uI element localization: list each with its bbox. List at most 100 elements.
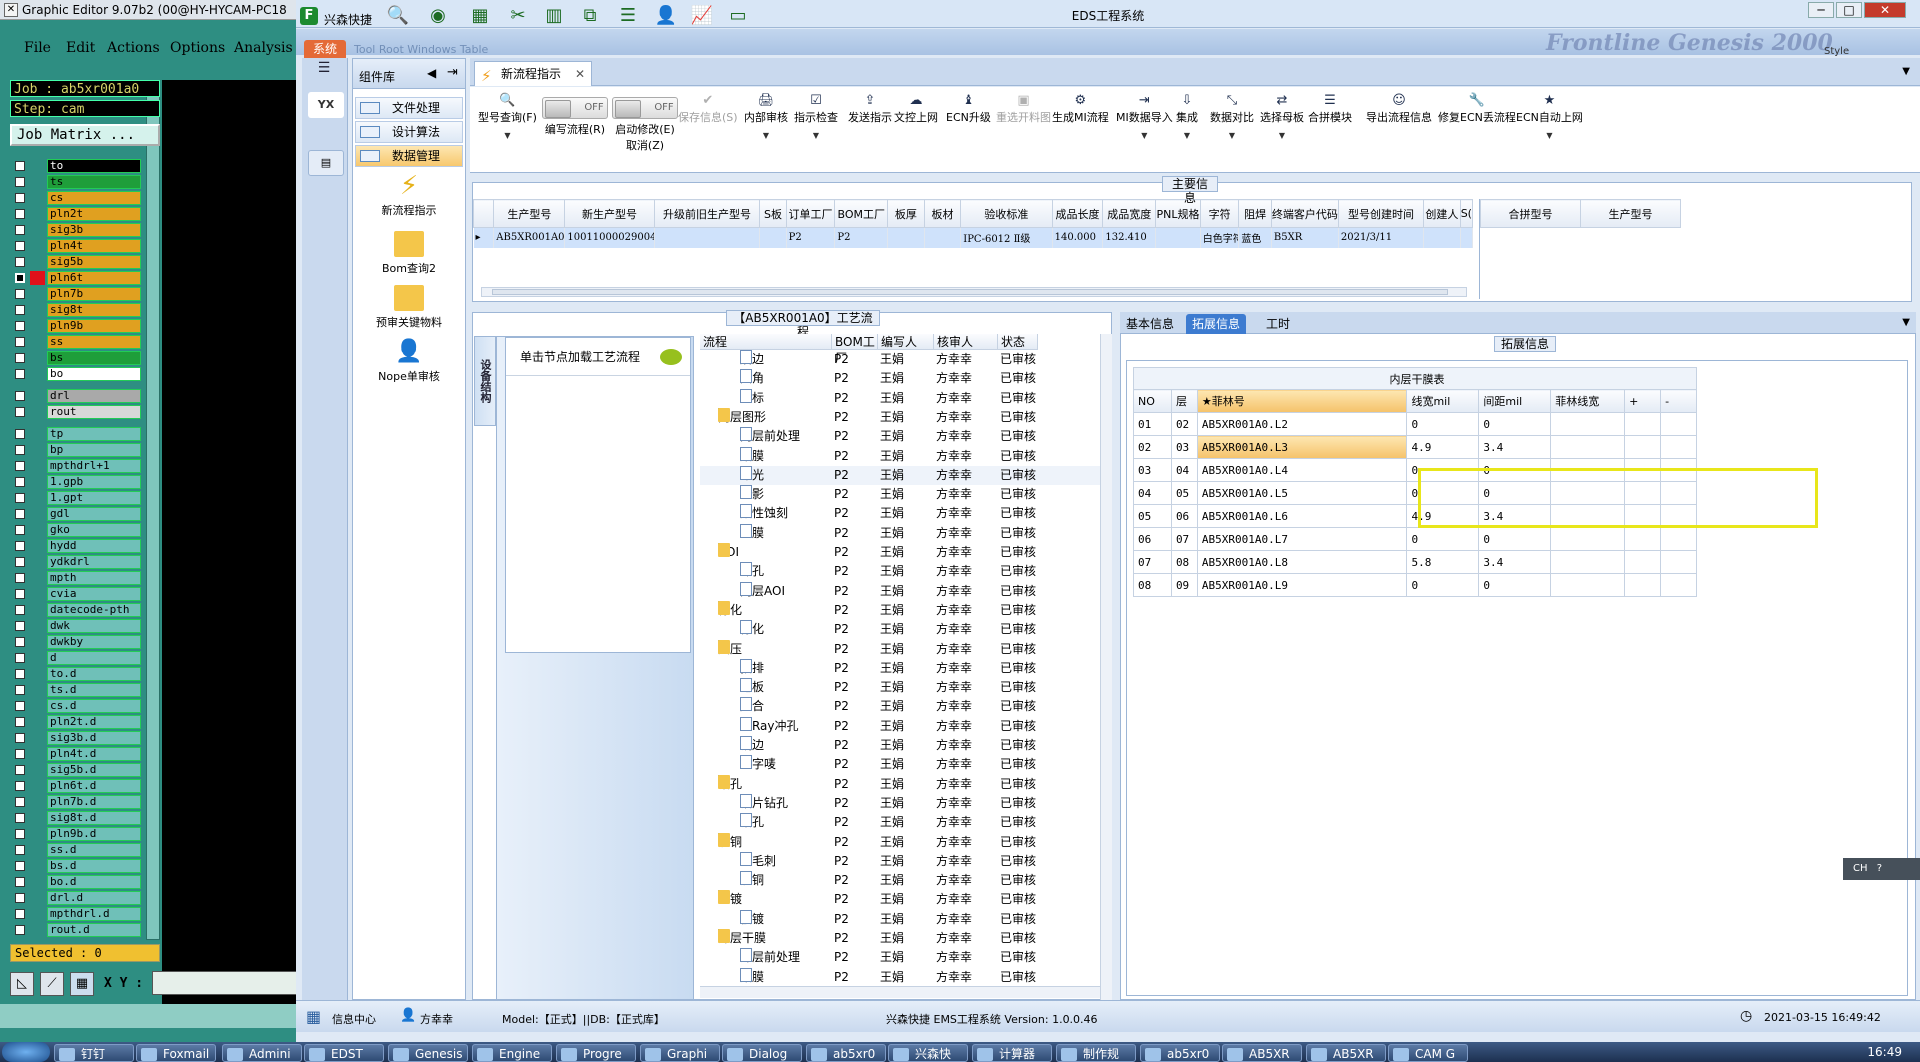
table-cell[interactable]: 10011000029004 (564, 227, 655, 248)
column-header[interactable]: 成品宽度 (1102, 199, 1157, 228)
taskbar-app-button[interactable]: Engine (472, 1044, 552, 1062)
table-cell[interactable] (1660, 527, 1697, 551)
layer-affected-marker[interactable] (30, 555, 45, 569)
layer-name[interactable]: sig3b (47, 223, 141, 237)
column-header[interactable]: BOM工厂 (834, 199, 889, 228)
tree-column-header[interactable]: 编写人 (878, 334, 934, 350)
layer-row[interactable]: pln2t (10, 206, 141, 222)
tree-node[interactable]: −电镀P2王娟方幸幸已审核 (700, 890, 1112, 909)
table-cell[interactable] (1624, 412, 1662, 436)
layer-affected-marker[interactable] (30, 303, 45, 317)
layer-name[interactable]: bp (47, 443, 141, 457)
table-row[interactable]: 07 08 AB5XR001A0.L8 5.8 3.4 (1133, 550, 1697, 574)
taskbar-app-button[interactable]: CAM G (1388, 1044, 1468, 1062)
toolbar-button[interactable]: OFF 编写流程(R) (542, 93, 608, 137)
table-cell[interactable]: 05 (1133, 504, 1172, 528)
table-cell[interactable] (1550, 550, 1626, 574)
layer-name[interactable]: dwk (47, 619, 141, 633)
taskbar-app-button[interactable]: Foxmail (136, 1044, 216, 1062)
table-cell[interactable]: 04 (1133, 481, 1172, 505)
table-cell[interactable]: 0 (1478, 412, 1552, 436)
layer-name[interactable]: to (47, 159, 141, 173)
tree-horizontal-scrollbar[interactable] (700, 986, 1100, 998)
close-tab-icon[interactable]: ✕ (575, 62, 585, 86)
tree-column-header[interactable]: 流程 (700, 334, 832, 350)
layer-checkbox[interactable] (15, 391, 25, 401)
layer-affected-marker[interactable] (30, 875, 45, 889)
layer-checkbox[interactable] (15, 557, 25, 567)
layer-row[interactable]: bs (10, 350, 141, 366)
layer-name[interactable]: hydd (47, 539, 141, 553)
table-cell[interactable] (654, 227, 761, 248)
column-header[interactable]: S( (1459, 199, 1473, 228)
layer-row[interactable]: dwk (10, 618, 141, 634)
table-cell[interactable]: IPC-6012 Ⅱ级 (960, 227, 1053, 248)
layer-affected-marker[interactable] (30, 795, 45, 809)
layer-checkbox[interactable] (15, 605, 25, 615)
bom-query-link[interactable]: Bom查询2 (353, 231, 465, 276)
column-header[interactable]: S板 (759, 199, 787, 228)
layer-row[interactable]: mpthdrl.d (10, 906, 141, 922)
tree-node[interactable]: 棕化 P2 王娟 方幸幸 已审核 (700, 620, 1112, 639)
tree-node[interactable]: 板镀 P2 王娟 方幸幸 已审核 (700, 909, 1112, 929)
layer-affected-marker[interactable] (30, 619, 45, 633)
toggle-switch[interactable]: OFF (612, 97, 678, 119)
layer-row[interactable]: ◢to (10, 158, 141, 174)
table-cell[interactable]: AB5XR001A0.L4 (1196, 458, 1408, 482)
layer-affected-marker[interactable] (30, 923, 45, 937)
layer-name[interactable]: pln6t (47, 271, 141, 285)
layer-checkbox[interactable] (15, 337, 25, 347)
menu-edit[interactable]: Edit (66, 40, 95, 56)
layer-name[interactable]: mpthdrl+1 (47, 459, 141, 473)
table-cell[interactable]: 04 (1170, 458, 1198, 482)
layer-name[interactable]: pln7b (47, 287, 141, 301)
layer-affected-marker[interactable] (30, 207, 45, 221)
taskbar-app-button[interactable]: Genesis (388, 1044, 468, 1062)
table-cell[interactable] (1550, 435, 1626, 459)
dropdown-arrow-icon[interactable]: ▼ (1516, 131, 1583, 140)
menu-file[interactable]: File (24, 40, 51, 56)
tree-column-header[interactable]: 状态 (998, 334, 1038, 350)
table-cell[interactable]: AB5XR001A0.L8 (1196, 550, 1408, 574)
nav-item-data[interactable]: 数据管理 (355, 145, 463, 167)
taskbar-app-button[interactable]: AB5XR (1222, 1044, 1302, 1062)
tree-node[interactable]: 酸性蚀刻 P2 王娟 方幸幸 已审核 (700, 504, 1112, 523)
layer-name[interactable]: pln4t (47, 239, 141, 253)
help-icon[interactable]: ? (1877, 863, 1882, 874)
layer-checkbox[interactable] (15, 813, 25, 823)
layer-name[interactable]: pln2t.d (47, 715, 141, 729)
layer-row[interactable]: ◢gdl (10, 506, 141, 522)
toolbar-button[interactable]: ☺ 导出流程信息 (1366, 93, 1432, 125)
menu-icon[interactable]: ☰ (310, 60, 338, 78)
layer-affected-marker[interactable] (30, 319, 45, 333)
tree-node[interactable]: 曝光 P2 王娟 方幸幸 已审核 (700, 465, 1112, 485)
layer-row[interactable]: bs.d (10, 858, 141, 874)
layer-checkbox[interactable] (15, 877, 25, 887)
layer-affected-marker[interactable] (30, 891, 45, 905)
layer-checkbox[interactable] (15, 177, 25, 187)
table-cell[interactable]: P2 (834, 227, 889, 248)
layer-name[interactable]: d (47, 651, 141, 665)
tree-node[interactable]: 外层前处理 P2 王娟 方幸幸 已审核 (700, 948, 1112, 967)
layer-checkbox[interactable] (15, 369, 25, 379)
layer-affected-marker[interactable] (30, 287, 45, 301)
layer-row[interactable]: ts.d (10, 682, 141, 698)
menu-options[interactable]: Options (170, 40, 225, 56)
taskbar-app-button[interactable]: Admini (222, 1044, 302, 1062)
layer-checkbox[interactable] (15, 209, 25, 219)
column-header[interactable]: 间距mil (1478, 389, 1552, 413)
layer-row[interactable]: ss.d (10, 842, 141, 858)
table-cell[interactable] (1660, 550, 1697, 574)
column-header[interactable]: 验收标准 (960, 199, 1053, 228)
layer-name[interactable]: bo (47, 367, 141, 381)
layer-checkbox[interactable] (15, 781, 25, 791)
table-cell[interactable]: AB5XR001A0 (493, 227, 566, 248)
layer-name[interactable]: ts (47, 175, 141, 189)
layer-affected-marker[interactable] (30, 459, 45, 473)
tab-extended-info[interactable]: 拓展信息 (1186, 314, 1247, 334)
layer-affected-marker[interactable] (30, 255, 45, 269)
xy-input[interactable] (152, 971, 300, 995)
menu-analysis[interactable]: Analysis (234, 40, 293, 56)
layer-affected-marker[interactable] (30, 191, 45, 205)
layer-checkbox[interactable] (15, 845, 25, 855)
